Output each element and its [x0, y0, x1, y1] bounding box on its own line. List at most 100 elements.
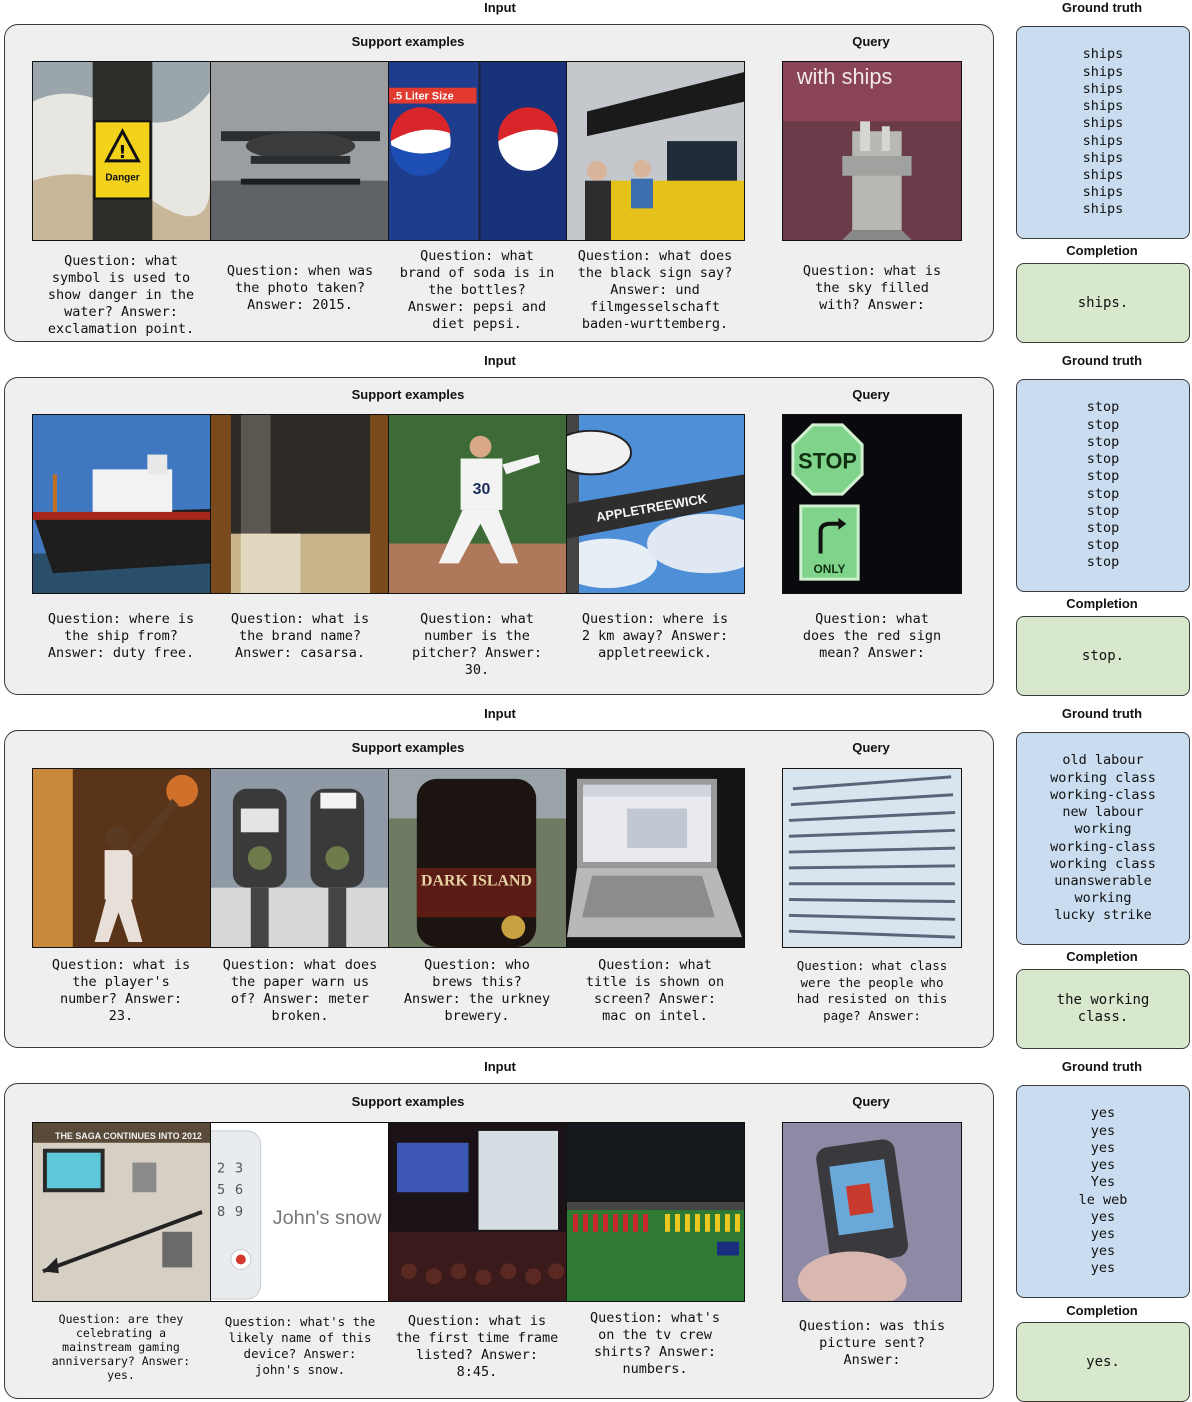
ground-truth-header: Ground truth — [1061, 706, 1143, 721]
support-image — [567, 769, 744, 947]
row-1: Input Ground truth Support examples Quer… — [0, 0, 1192, 348]
support-image: APPLETREEWICK — [567, 415, 744, 593]
support-question: Question: what is the first time frame l… — [395, 1313, 559, 1380]
support-image — [211, 62, 389, 240]
support-question: Question: what's on the tv crew shirts? … — [589, 1310, 721, 1377]
support-image — [211, 769, 389, 947]
ground-truth-answer: lucky strike — [1054, 907, 1152, 924]
bottle-label: .5 Liter Size — [393, 91, 454, 103]
support-image — [389, 1123, 567, 1301]
svg-text:8: 8 — [217, 1205, 225, 1220]
support-image — [33, 769, 211, 947]
query-header: Query — [852, 387, 890, 402]
support-image-strip: 30 APPLETREEWICK — [32, 414, 745, 594]
ground-truth-answer: working class — [1050, 855, 1156, 872]
query-header: Query — [852, 1094, 890, 1109]
support-examples-header: Support examples — [351, 387, 465, 402]
ground-truth-answer: ships — [1082, 166, 1124, 183]
ground-truth-answer: ships — [1082, 115, 1124, 132]
input-header: Input — [484, 0, 516, 15]
support-image — [33, 415, 211, 593]
support-question: Question: are they celebrating a mainstr… — [51, 1312, 191, 1382]
ground-truth-answer: stop — [1086, 451, 1120, 468]
ground-truth-answer: le web — [1078, 1191, 1128, 1208]
row-2: Input Ground truth Support examples Quer… — [0, 353, 1192, 701]
support-image: 30 — [389, 415, 567, 593]
support-examples-header: Support examples — [351, 1094, 465, 1109]
support-image-strip: ! Danger .5 Liter Size — [32, 61, 745, 241]
banner-text: THE SAGA CONTINUES INTO 2012 — [55, 1131, 202, 1141]
ground-truth-answer: working class — [1050, 769, 1156, 786]
support-image — [567, 62, 744, 240]
ground-truth-answer: ships — [1082, 46, 1124, 63]
support-question: Question: when was the photo taken? Answ… — [226, 262, 374, 313]
ground-truth-header: Ground truth — [1061, 1059, 1143, 1074]
query-question: Question: was this picture sent? Answer: — [798, 1317, 946, 1368]
ground-truth-answer: stop — [1086, 519, 1120, 536]
completion-box: the working class. — [1016, 969, 1190, 1049]
support-question: Question: what is the brand name? Answer… — [230, 610, 370, 661]
ground-truth-answer: stop — [1086, 468, 1120, 485]
ground-truth-answer: stop — [1086, 537, 1120, 554]
ground-truth-answer: ships — [1082, 201, 1124, 218]
ground-truth-box: yes yes yes yes Yes le web yes yes yes y… — [1016, 1085, 1190, 1298]
support-image: DARK ISLAND — [389, 769, 567, 947]
support-question: Question: where is 2 km away? Answer: ap… — [581, 610, 729, 661]
input-header: Input — [484, 353, 516, 368]
query-image: with ships — [782, 61, 962, 241]
support-examples-header: Support examples — [351, 740, 465, 755]
completion-box: yes. — [1016, 1322, 1190, 1402]
ground-truth-answer: Yes — [1090, 1174, 1116, 1191]
ground-truth-box: old labour working class working-class n… — [1016, 732, 1190, 945]
support-question: Question: what does the paper warn us of… — [222, 957, 378, 1024]
support-image — [211, 415, 389, 593]
row-3: Input Ground truth Support examples Quer… — [0, 706, 1192, 1054]
support-image — [567, 1123, 744, 1301]
support-question: Question: what symbol is used to show da… — [47, 252, 195, 337]
support-question: Question: what title is shown on screen?… — [585, 957, 725, 1024]
stop-sign-text: STOP — [798, 448, 857, 473]
beer-label-text: DARK ISLAND — [421, 873, 532, 890]
ground-truth-answer: yes — [1090, 1208, 1116, 1225]
completion-header: Completion — [1066, 949, 1138, 964]
ground-truth-answer: working-class — [1050, 786, 1156, 803]
only-sign-text: ONLY — [814, 562, 846, 576]
support-examples-header: Support examples — [351, 34, 465, 49]
query-header: Query — [852, 740, 890, 755]
svg-text:!: ! — [118, 142, 126, 163]
ground-truth-answer: stop — [1086, 416, 1120, 433]
ground-truth-answer: yes — [1090, 1157, 1116, 1174]
query-image — [782, 1122, 962, 1302]
ground-truth-answer: yes — [1090, 1260, 1116, 1277]
support-image: THE SAGA CONTINUES INTO 2012 — [33, 1123, 211, 1301]
ground-truth-answer: ships — [1082, 63, 1124, 80]
ground-truth-header: Ground truth — [1061, 353, 1143, 368]
ground-truth-answer: stop — [1086, 502, 1120, 519]
ground-truth-answer: yes — [1090, 1122, 1116, 1139]
query-header: Query — [852, 34, 890, 49]
svg-text:6: 6 — [235, 1183, 243, 1198]
support-question: Question: what is the player's number? A… — [51, 957, 191, 1024]
ground-truth-answer: stop — [1086, 554, 1120, 571]
ground-truth-box: ships ships ships ships ships ships ship… — [1016, 26, 1190, 239]
query-image: STOP ONLY — [782, 414, 962, 594]
ground-truth-answer: ships — [1082, 80, 1124, 97]
support-question: Question: where is the ship from? Answer… — [47, 610, 195, 661]
completion-header: Completion — [1066, 1303, 1138, 1318]
jersey-number: 30 — [473, 481, 491, 498]
ground-truth-answer: ships — [1082, 98, 1124, 115]
book-title-text: with ships — [796, 64, 893, 89]
completion-box: stop. — [1016, 616, 1190, 696]
ground-truth-answer: stop — [1086, 485, 1120, 502]
support-question: Question: what does the black sign say? … — [577, 247, 733, 332]
support-question: Question: what number is the pitcher? An… — [411, 611, 543, 678]
ground-truth-answer: yes — [1090, 1243, 1116, 1260]
ground-truth-answer: stop — [1086, 399, 1120, 416]
ground-truth-answer: working — [1074, 890, 1132, 907]
query-question: Question: what class were the people who… — [796, 958, 948, 1023]
ground-truth-answer: ships — [1082, 149, 1124, 166]
support-question: Question: what's the likely name of this… — [224, 1314, 376, 1377]
ground-truth-answer: yes — [1090, 1225, 1116, 1242]
input-header: Input — [484, 1059, 516, 1074]
ground-truth-answer: working — [1074, 821, 1132, 838]
